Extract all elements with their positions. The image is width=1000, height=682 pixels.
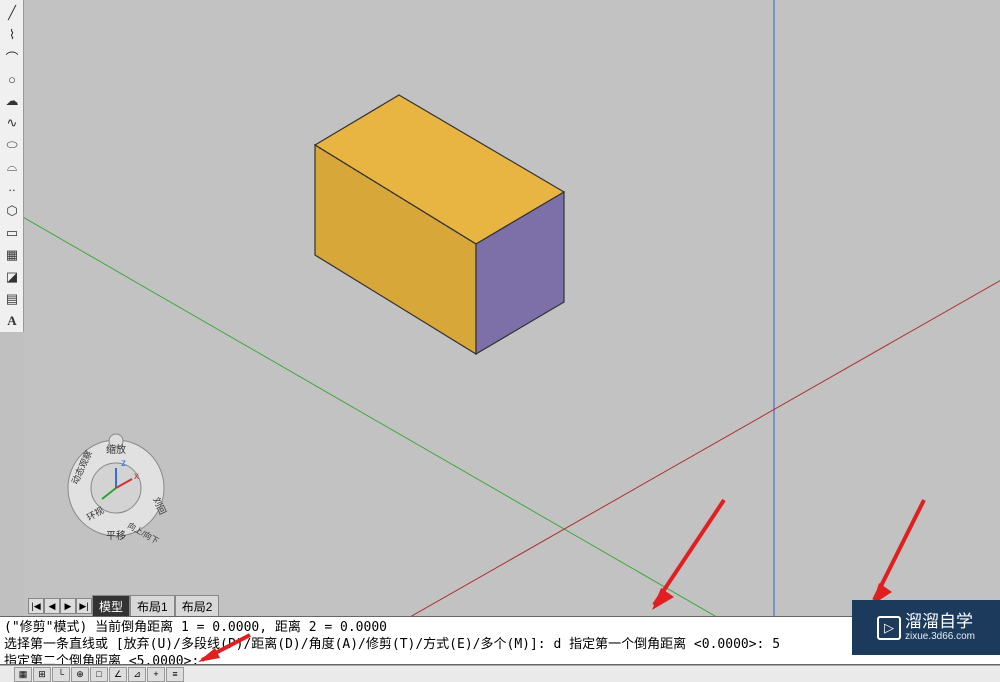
rectangle-tool[interactable]: ▭ xyxy=(1,223,23,243)
status-dyn-btn[interactable]: + xyxy=(147,667,165,682)
tab-nav-next[interactable]: ▶ xyxy=(60,598,76,614)
status-osnap-btn[interactable]: □ xyxy=(90,667,108,682)
command-input[interactable] xyxy=(199,653,368,665)
command-prompt: 指定第二个倒角距离 <5.0000>: xyxy=(4,653,199,665)
gradient-tool[interactable]: ◪ xyxy=(1,267,23,287)
ellipse-arc-tool[interactable]: ⌓ xyxy=(1,157,23,177)
table-tool[interactable]: ▤ xyxy=(1,289,23,309)
tab-nav-first[interactable]: |◀ xyxy=(28,598,44,614)
box-solid xyxy=(315,95,564,354)
hatch-tool[interactable]: ▦ xyxy=(1,245,23,265)
command-history-line2: 选择第一条直线或 [放弃(U)/多段线(P)/距离(D)/角度(A)/修剪(T)… xyxy=(4,636,996,653)
tab-layout1[interactable]: 布局1 xyxy=(130,595,175,618)
status-polar-btn[interactable]: ⊕ xyxy=(71,667,89,682)
watermark-main: 溜溜自学 xyxy=(905,613,975,632)
status-lwt-btn[interactable]: ≡ xyxy=(166,667,184,682)
cloud-tool[interactable]: ☁ xyxy=(1,91,23,111)
status-bar: ▦ ⊞ └ ⊕ □ ∠ ⊿ + ≡ xyxy=(0,665,1000,682)
point-tool[interactable]: ∙∙ xyxy=(1,179,23,199)
viewport[interactable]: z x 缩放 动态观察 刘回 环视 向上/向下 平移 xyxy=(24,0,1000,616)
ellipse-tool[interactable]: ⬭ xyxy=(1,135,23,155)
watermark-logo-icon: ▷ xyxy=(877,616,901,640)
tab-nav-prev[interactable]: ◀ xyxy=(44,598,60,614)
text-tool[interactable]: A xyxy=(1,311,23,331)
spline-tool[interactable]: ∿ xyxy=(1,113,23,133)
svg-text:x: x xyxy=(134,471,139,482)
watermark-sub: zixue.3d66.com xyxy=(905,631,975,642)
layout-tabs: |◀ ◀ ▶ ▶| 模型 布局1 布局2 xyxy=(28,596,219,616)
watermark: ▷ 溜溜自学 zixue.3d66.com xyxy=(852,600,1000,655)
polyline-tool[interactable]: ⌇ xyxy=(1,25,23,45)
command-window[interactable]: ("修剪"模式) 当前倒角距离 1 = 0.0000, 距离 2 = 0.000… xyxy=(0,616,1000,665)
viewcube-top-label: 缩放 xyxy=(106,443,126,456)
line-tool[interactable]: ╱ xyxy=(1,3,23,23)
circle-tool[interactable]: ○ xyxy=(1,69,23,89)
status-ducs-btn[interactable]: ⊿ xyxy=(128,667,146,682)
viewcube-bottom-label: 平移 xyxy=(106,529,126,542)
draw-toolbar: ╱ ⌇ ⌒ ○ ☁ ∿ ⬭ ⌓ ∙∙ ⬡ ▭ ▦ ◪ ▤ A xyxy=(0,0,24,332)
arc-tool[interactable]: ⌒ xyxy=(1,47,23,67)
polygon-tool[interactable]: ⬡ xyxy=(1,201,23,221)
svg-text:z: z xyxy=(121,458,126,469)
status-otrack-btn[interactable]: ∠ xyxy=(109,667,127,682)
viewcube[interactable]: z x 缩放 动态观察 刘回 环视 向上/向下 平移 xyxy=(59,431,174,546)
status-snap-btn[interactable]: ▦ xyxy=(14,667,32,682)
tab-layout2[interactable]: 布局2 xyxy=(175,595,220,618)
annotation-arrows xyxy=(652,500,924,610)
status-ortho-btn[interactable]: └ xyxy=(52,667,70,682)
status-grid-btn[interactable]: ⊞ xyxy=(33,667,51,682)
command-history-line1: ("修剪"模式) 当前倒角距离 1 = 0.0000, 距离 2 = 0.000… xyxy=(4,619,996,636)
tab-nav-last[interactable]: ▶| xyxy=(76,598,92,614)
tab-model[interactable]: 模型 xyxy=(92,595,130,618)
